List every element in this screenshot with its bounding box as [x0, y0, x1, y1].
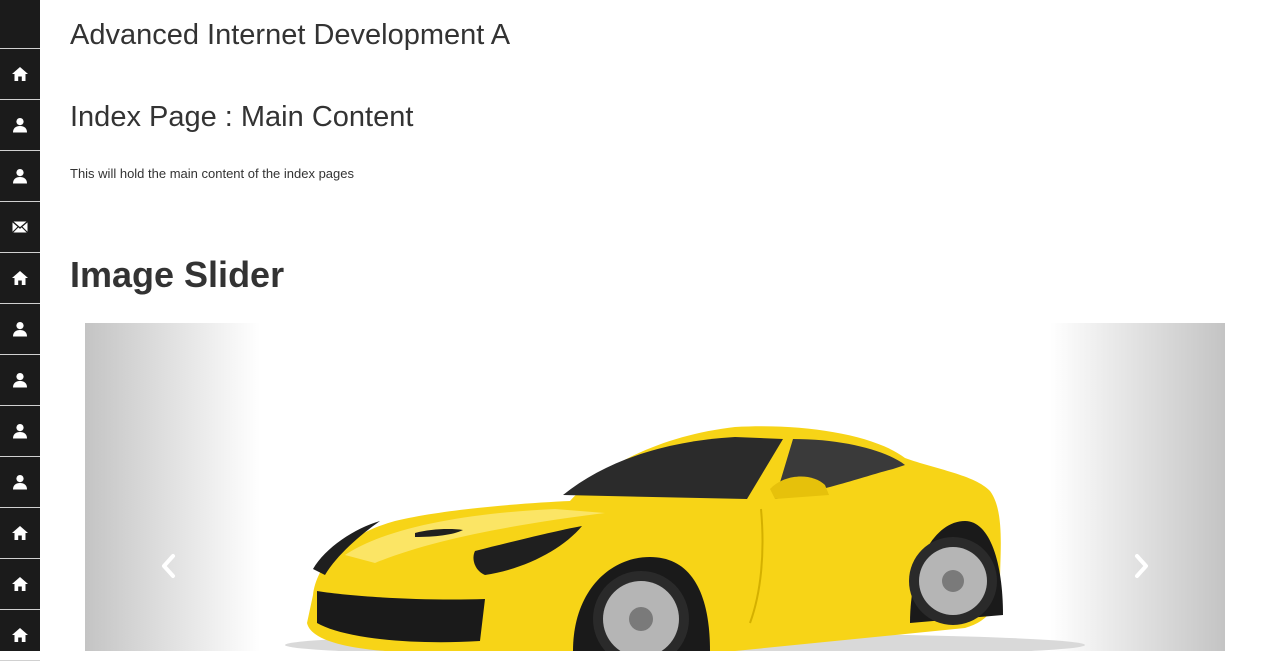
- sidebar-item-1[interactable]: [0, 49, 40, 100]
- chevron-right-icon: [1135, 554, 1148, 578]
- sidebar-item-9[interactable]: [0, 457, 40, 508]
- car-window: [563, 437, 783, 499]
- sidebar-item-7[interactable]: [0, 355, 40, 406]
- site-title: Advanced Internet Development A: [70, 19, 511, 51]
- sidebar-item-3[interactable]: [0, 151, 40, 202]
- user-icon: [11, 473, 29, 491]
- user-icon: [11, 422, 29, 440]
- user-icon: [11, 371, 29, 389]
- slider-prev-arrow[interactable]: [155, 551, 185, 581]
- home-icon: [11, 65, 29, 83]
- sidebar-item-4[interactable]: [0, 202, 40, 253]
- user-icon: [11, 116, 29, 134]
- sidebar-item-8[interactable]: [0, 406, 40, 457]
- slider-next-arrow[interactable]: [1125, 551, 1155, 581]
- envelope-icon: [11, 218, 29, 236]
- sidebar-item-12[interactable]: [0, 610, 40, 661]
- main-content: Advanced Internet Development A Index Pa…: [70, 0, 1260, 651]
- home-icon: [11, 524, 29, 542]
- sidebar-item-10[interactable]: [0, 508, 40, 559]
- chevron-left-icon: [162, 554, 175, 578]
- section-title: Index Page : Main Content: [70, 101, 414, 133]
- user-icon: [11, 167, 29, 185]
- home-icon: [11, 269, 29, 287]
- home-icon: [11, 575, 29, 593]
- sidebar-item-2[interactable]: [0, 100, 40, 151]
- sidebar-nav: [0, 0, 40, 661]
- slider-title: Image Slider: [70, 254, 285, 295]
- sidebar-header: [0, 0, 40, 49]
- image-slider[interactable]: [85, 323, 1225, 651]
- slide-image-yellow-sports-car: [285, 426, 1085, 651]
- section-text: This will hold the main content of the i…: [70, 166, 355, 181]
- sidebar-item-6[interactable]: [0, 304, 40, 355]
- home-icon: [11, 626, 29, 644]
- user-icon: [11, 320, 29, 338]
- sidebar-item-5[interactable]: [0, 253, 40, 304]
- sidebar-item-11[interactable]: [0, 559, 40, 610]
